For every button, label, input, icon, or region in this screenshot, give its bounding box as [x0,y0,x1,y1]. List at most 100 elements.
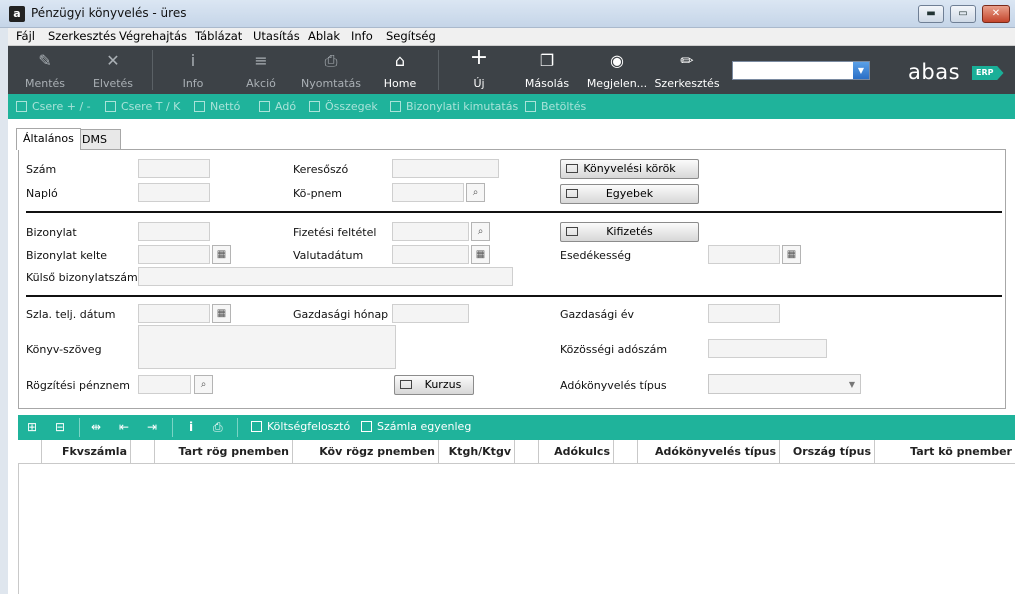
label-payment-terms: Fizetési feltétel [293,226,377,239]
action-document-report[interactable]: Bizonylati kimutatás [390,100,518,113]
column-header[interactable] [131,440,155,464]
fiscal-year-field[interactable] [708,304,780,323]
form-panel: Szám Napló Keresőszó Kö-pnem ⌕ Könyvelés… [18,149,1006,409]
edit-button[interactable]: ✏ Szerkesztés [654,46,720,94]
menu-execute[interactable]: Végrehajtás [119,29,187,43]
entry-currency-field[interactable] [138,375,191,394]
label-performance-date: Szla. telj. dátum [26,308,116,321]
action-tax[interactable]: Adó [259,100,296,113]
menu-edit[interactable]: Szerkesztés [48,29,116,43]
performance-date-field[interactable] [138,304,210,323]
payment-button[interactable]: Kifizetés [560,222,699,242]
grid-body[interactable] [18,464,1015,594]
action-arrow-icon [361,421,372,432]
action-net[interactable]: Nettó [194,100,240,113]
popup-icon [566,164,578,173]
number-field[interactable] [138,159,210,178]
print-button[interactable]: ⎙ Nyomtatás [298,46,364,94]
document-date-field[interactable] [138,245,210,264]
column-header[interactable]: Köv rögz pnemben [293,440,439,464]
calendar-icon[interactable]: ▦ [212,245,231,264]
column-shrink-icon[interactable]: ⇤ [119,420,129,434]
delete-row-icon[interactable]: ⊟ [55,420,65,434]
info-icon[interactable]: i [189,420,193,434]
print-icon[interactable]: ⎙ [213,420,223,435]
menu-help[interactable]: Segítség [386,29,436,43]
journal-field[interactable] [138,183,210,202]
minimize-button[interactable]: ▬ [918,5,944,23]
chevron-down-icon: ▼ [848,380,855,389]
posting-currency-field[interactable] [392,183,464,202]
app-icon: a [9,6,25,22]
column-header[interactable]: Ország típus [780,440,875,464]
column-header[interactable]: Adókulcs [539,440,614,464]
exchange-rate-button[interactable]: Kurzus [394,375,474,395]
action-swap-debit-credit[interactable]: Csere T / K [105,100,180,113]
toolbar-search-combo[interactable]: ▼ [732,61,870,80]
insert-row-icon[interactable]: ⊞ [27,420,37,434]
grid-header: Fkvszámla Tart rög pnemben Köv rögz pnem… [18,440,1015,464]
calendar-icon[interactable]: ▦ [212,304,231,323]
external-document-number-field[interactable] [138,267,513,286]
chevron-down-icon[interactable]: ▼ [853,62,869,79]
view-button[interactable]: ◉ Megjelen... [584,46,650,94]
eu-vat-number-field[interactable] [708,339,827,358]
tab-general[interactable]: Általános [16,128,81,150]
menu-window[interactable]: Ablak [308,29,340,43]
calendar-icon[interactable]: ▦ [471,245,490,264]
action-load[interactable]: Betöltés [525,100,586,113]
column-header[interactable] [614,440,638,464]
label-document: Bizonylat [26,226,77,239]
document-field[interactable] [138,222,210,241]
value-date-field[interactable] [392,245,469,264]
copy-button[interactable]: ❐ Másolás [516,46,578,94]
tax-posting-type-select[interactable]: ▼ [708,374,861,394]
new-button[interactable]: + Új [448,46,510,94]
info-button[interactable]: i Info [162,46,224,94]
menu-table[interactable]: Táblázat [195,29,242,43]
discard-button[interactable]: ✕ Elvetés [82,46,144,94]
action-totals[interactable]: Összegek [309,100,378,113]
menu-info[interactable]: Info [351,29,373,43]
account-balance-link[interactable]: Számla egyenleg [361,420,471,433]
home-button[interactable]: ⌂ Home [369,46,431,94]
copy-icon: ❐ [539,51,555,70]
print-icon: ⎙ [324,51,338,70]
search-icon[interactable]: ⌕ [194,375,213,394]
calendar-icon[interactable]: ▦ [782,245,801,264]
posting-groups-button[interactable]: Könyvelési körök [560,159,699,179]
save-icon: ✎ [38,51,52,70]
action-button[interactable]: ≡ Akció [230,46,292,94]
column-header[interactable] [515,440,539,464]
column-header[interactable]: Adókönyvelés típus [638,440,780,464]
window-title: Pénzügyi könyvelés - üres [31,6,187,20]
column-header[interactable]: Ktgh/Ktgv [439,440,515,464]
fiscal-month-field[interactable] [392,304,469,323]
menu-file[interactable]: Fájl [16,29,35,43]
column-header[interactable] [18,440,42,464]
label-journal: Napló [26,187,58,200]
search-icon[interactable]: ⌕ [466,183,485,202]
due-date-field[interactable] [708,245,780,264]
search-word-field[interactable] [392,159,499,178]
column-header[interactable]: Fkvszámla [42,440,131,464]
cost-allocation-link[interactable]: Költségfelosztó [251,420,350,433]
column-header[interactable]: Tart rög pnemben [155,440,293,464]
tab-dms[interactable]: DMS [75,129,121,149]
column-header[interactable]: Tart kö pnember [875,440,1015,464]
popup-icon [566,189,578,198]
payment-terms-field[interactable] [392,222,469,241]
column-width-icon[interactable]: ⇹ [91,420,101,434]
popup-icon [566,227,578,236]
action-swap-plus-minus[interactable]: Csere + / - [16,100,91,113]
save-button[interactable]: ✎ Mentés [14,46,76,94]
other-button[interactable]: Egyebek [560,184,699,204]
column-expand-icon[interactable]: ⇥ [147,420,157,434]
menu-command[interactable]: Utasítás [253,29,300,43]
maximize-button[interactable]: ▭ [950,5,976,23]
posting-text-field[interactable] [138,325,396,369]
section-divider [26,295,1002,297]
search-icon[interactable]: ⌕ [471,222,490,241]
close-button[interactable]: ✕ [982,5,1010,23]
label-document-date: Bizonylat kelte [26,249,108,262]
